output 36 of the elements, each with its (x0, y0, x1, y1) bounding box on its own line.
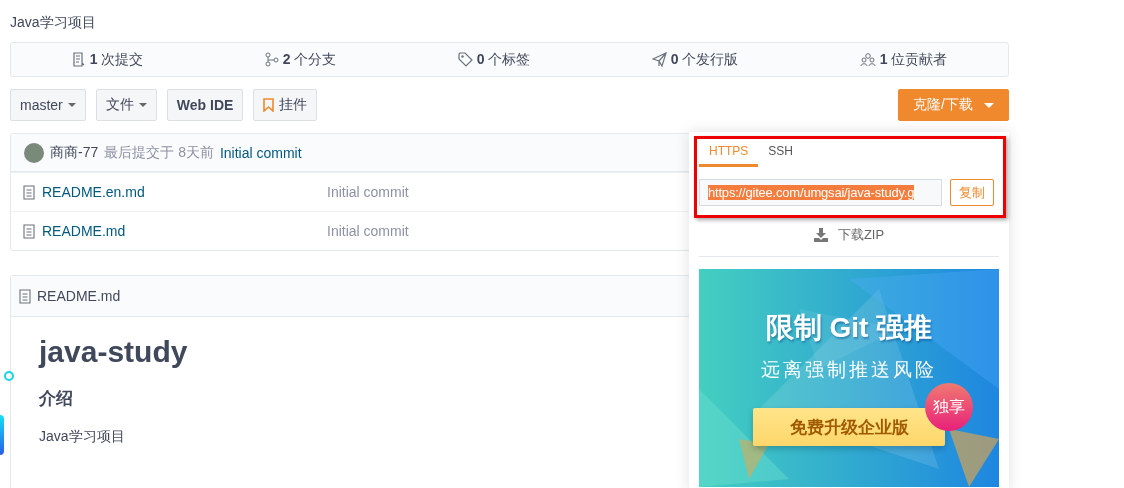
file-name[interactable]: README.md (42, 223, 126, 239)
stat-link[interactable]: 0 个发行版 (670, 50, 739, 69)
tag-icon (457, 52, 473, 67)
web-ide-button[interactable]: Web IDE (166, 89, 244, 121)
widget-button[interactable]: 挂件 (253, 89, 318, 121)
download-zip-link[interactable]: 下载ZIP (837, 226, 885, 244)
commit-message[interactable]: Initial commit (219, 144, 302, 161)
stat-link[interactable]: 0 个标签 (476, 50, 531, 69)
people-icon (859, 52, 876, 67)
readme-filename: README.md (37, 288, 121, 304)
file-icon (23, 223, 35, 239)
section-text: Java学习项目 (39, 428, 125, 446)
document-icon (71, 52, 86, 67)
readme-title: java-study (39, 335, 188, 369)
commit-author[interactable]: 商商-77 (50, 143, 99, 162)
bookmark-icon (263, 98, 275, 112)
file-name[interactable]: README.en.md (42, 184, 145, 200)
paper-plane-icon (651, 52, 667, 67)
protocol-tab[interactable]: SSH (758, 141, 804, 167)
scroll-marker (4, 371, 14, 381)
avatar (24, 142, 44, 163)
branch-dropdown[interactable]: master (10, 89, 86, 121)
project-description: Java学习项目 (10, 14, 97, 31)
document-icon (19, 288, 31, 304)
stat-link[interactable]: 1 位贡献者 (879, 50, 948, 69)
file-dropdown[interactable]: 文件 (95, 89, 157, 121)
stat-link[interactable]: 1 次提交 (89, 50, 144, 69)
stat-link[interactable]: 2 个分支 (282, 50, 337, 69)
branch-icon (264, 52, 279, 67)
banner-subtitle: 远离强制推送风险 (760, 358, 938, 382)
section-heading: 介绍 (39, 388, 73, 410)
download-icon (813, 228, 828, 242)
banner-title: 限制 Git 强推 (764, 311, 934, 345)
promo-banner[interactable]: 限制 Git 强推 远离强制推送风险 免费升级企业版 独享 (699, 269, 999, 487)
file-icon (23, 184, 35, 200)
commit-info: 最后提交于 8天前 (104, 143, 214, 162)
